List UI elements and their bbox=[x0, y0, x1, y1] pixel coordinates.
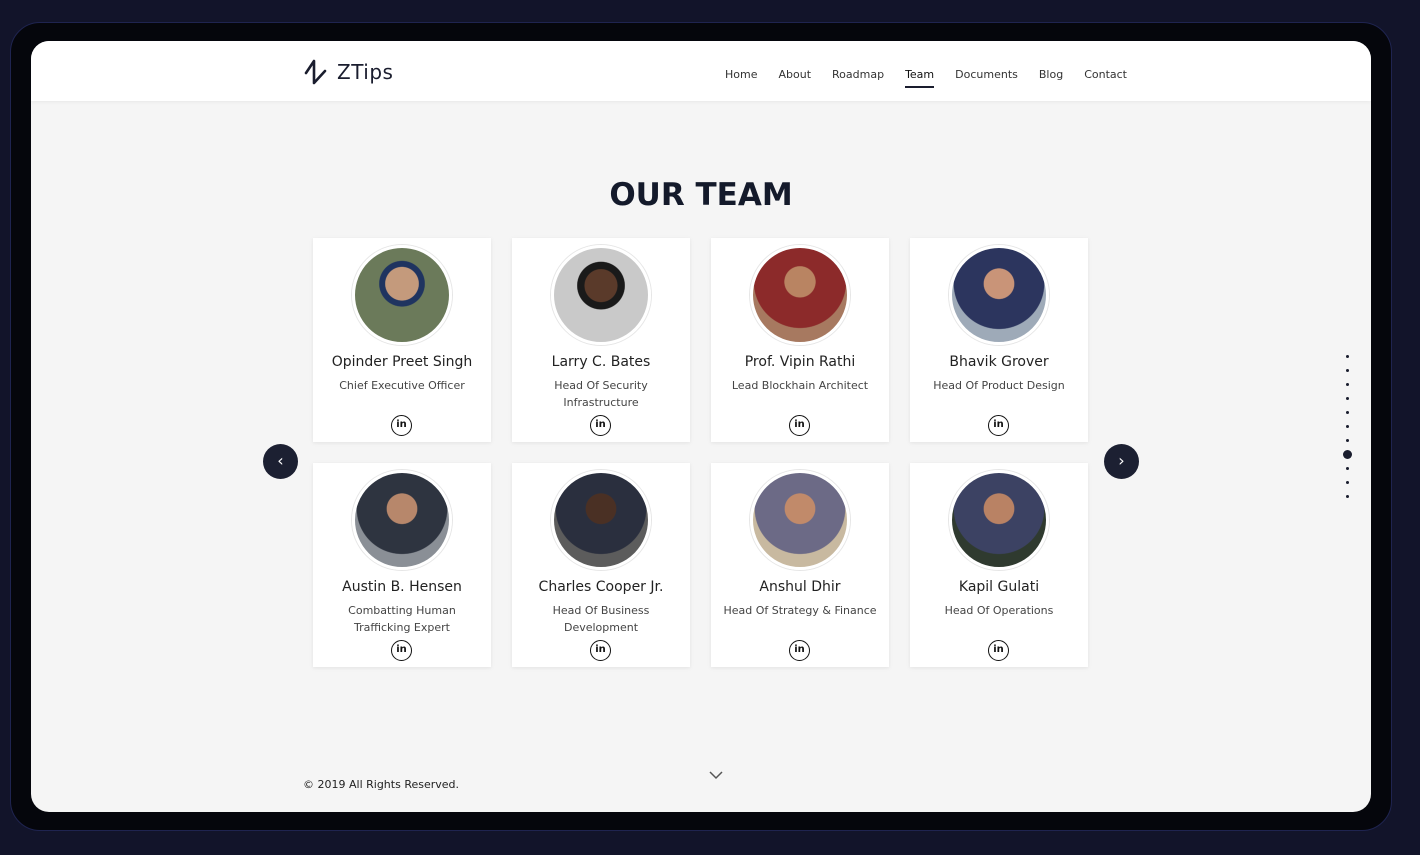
avatar bbox=[551, 245, 651, 345]
member-name: Anshul Dhir bbox=[759, 579, 841, 595]
linkedin-icon[interactable]: in bbox=[988, 640, 1009, 661]
brand-logo[interactable]: ZTips bbox=[303, 57, 393, 87]
pagination-dot[interactable] bbox=[1346, 467, 1349, 470]
team-card: Bhavik Grover Head Of Product Design in bbox=[910, 238, 1088, 442]
linkedin-icon[interactable]: in bbox=[590, 640, 611, 661]
pagination-dot[interactable] bbox=[1346, 397, 1349, 400]
team-card: Opinder Preet Singh Chief Executive Offi… bbox=[313, 238, 491, 442]
member-role: Combatting Human Trafficking Expert bbox=[348, 604, 456, 634]
team-card: Prof. Vipin Rathi Lead Blockhain Archite… bbox=[711, 238, 889, 442]
ztips-logo-icon bbox=[304, 59, 327, 85]
pagination-dot-active[interactable] bbox=[1343, 450, 1352, 459]
linkedin-icon[interactable]: in bbox=[391, 640, 412, 661]
member-role: Head Of Business Development bbox=[552, 604, 650, 634]
team-card: Austin B. Hensen Combatting Human Traffi… bbox=[313, 463, 491, 667]
nav-documents[interactable]: Documents bbox=[955, 68, 1018, 88]
section-title: OUR TEAM bbox=[609, 177, 793, 213]
carousel-prev-button[interactable]: ‹ bbox=[263, 444, 298, 479]
member-name: Kapil Gulati bbox=[958, 579, 1040, 595]
avatar bbox=[949, 470, 1049, 570]
footer-copyright: © 2019 All Rights Reserved. bbox=[303, 778, 460, 791]
member-name: Larry C. Bates bbox=[551, 354, 651, 370]
team-card: Anshul Dhir Head Of Strategy & Finance i… bbox=[711, 463, 889, 667]
nav-team[interactable]: Team bbox=[905, 68, 935, 88]
pagination-dot[interactable] bbox=[1346, 369, 1349, 372]
avatar bbox=[352, 245, 452, 345]
pagination-dot[interactable] bbox=[1346, 425, 1349, 428]
team-card: Larry C. Bates Head Of Security Infrastr… bbox=[512, 238, 690, 442]
avatar bbox=[949, 245, 1049, 345]
member-name: Opinder Preet Singh bbox=[331, 354, 473, 370]
member-name: Prof. Vipin Rathi bbox=[744, 354, 856, 370]
carousel-next-button[interactable]: › bbox=[1104, 444, 1139, 479]
pagination-dot[interactable] bbox=[1346, 383, 1349, 386]
pagination-dot[interactable] bbox=[1346, 481, 1349, 484]
brand-name: ZTips bbox=[337, 60, 394, 84]
team-card: Charles Cooper Jr. Head Of Business Deve… bbox=[512, 463, 690, 667]
member-role: Head Of Strategy & Finance bbox=[723, 604, 877, 617]
pagination-dot[interactable] bbox=[1346, 439, 1349, 442]
member-role: Head Of Security Infrastructure bbox=[554, 379, 648, 409]
avatar bbox=[352, 470, 452, 570]
top-navbar: ZTips Home About Roadmap Team Documents … bbox=[31, 41, 1371, 101]
avatar bbox=[750, 245, 850, 345]
avatar bbox=[750, 470, 850, 570]
nav-blog[interactable]: Blog bbox=[1039, 68, 1063, 88]
member-role: Head Of Operations bbox=[944, 604, 1054, 617]
member-role: Chief Executive Officer bbox=[339, 379, 465, 392]
browser-screen: ZTips Home About Roadmap Team Documents … bbox=[31, 41, 1371, 812]
avatar bbox=[551, 470, 651, 570]
member-name: Charles Cooper Jr. bbox=[538, 579, 664, 595]
linkedin-icon[interactable]: in bbox=[789, 415, 810, 436]
pagination-dot[interactable] bbox=[1346, 411, 1349, 414]
team-card: Kapil Gulati Head Of Operations in bbox=[910, 463, 1088, 667]
main-nav: Home About Roadmap Team Documents Blog C… bbox=[725, 68, 1148, 88]
chevron-down-icon[interactable] bbox=[709, 770, 723, 780]
pagination-dot[interactable] bbox=[1346, 355, 1349, 358]
nav-contact[interactable]: Contact bbox=[1084, 68, 1127, 88]
linkedin-icon[interactable]: in bbox=[789, 640, 810, 661]
nav-home[interactable]: Home bbox=[725, 68, 757, 88]
member-role: Lead Blockhain Architect bbox=[731, 379, 869, 392]
member-role: Head Of Product Design bbox=[933, 379, 1065, 392]
nav-about[interactable]: About bbox=[778, 68, 811, 88]
member-name: Austin B. Hensen bbox=[342, 579, 462, 595]
linkedin-icon[interactable]: in bbox=[590, 415, 611, 436]
nav-roadmap[interactable]: Roadmap bbox=[832, 68, 884, 88]
member-name: Bhavik Grover bbox=[949, 354, 1049, 370]
linkedin-icon[interactable]: in bbox=[391, 415, 412, 436]
pagination-dot[interactable] bbox=[1346, 495, 1349, 498]
linkedin-icon[interactable]: in bbox=[988, 415, 1009, 436]
